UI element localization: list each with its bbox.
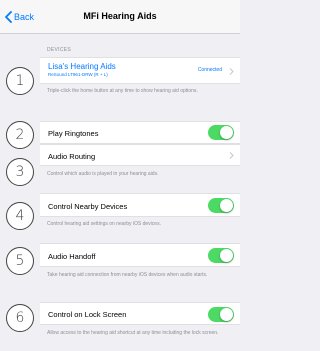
control-nearby-devices-label: Control Nearby Devices [48, 202, 128, 211]
toggle-knob [220, 126, 233, 139]
device-model: ReSound LT961-DRW (R + L) [48, 72, 108, 77]
callout-1: 1 [6, 67, 34, 95]
control-nearby-devices-footer: Control hearing aid settings on nearby i… [47, 221, 161, 227]
callout-4: 4 [6, 202, 34, 230]
callout-6: 6 [6, 304, 34, 332]
callout-5: 5 [6, 247, 34, 275]
chevron-right-icon [229, 152, 234, 159]
chevron-right-icon [229, 68, 234, 75]
toggle-knob [220, 249, 233, 262]
audio-routing-label: Audio Routing [48, 152, 96, 161]
device-name: Lisa's Hearing Aids [48, 62, 116, 71]
callout-2: 2 [6, 121, 34, 149]
audio-handoff-label: Audio Handoff [48, 252, 96, 261]
play-ringtones-row: Play Ringtones [40, 121, 240, 144]
control-nearby-devices-toggle[interactable] [208, 198, 234, 213]
callout-3: 3 [6, 158, 34, 186]
audio-handoff-toggle[interactable] [208, 248, 234, 263]
devices-section-header: DEVICES [47, 47, 72, 53]
audio-routing-footer: Control which audio is played in your he… [47, 171, 159, 177]
play-ringtones-label: Play Ringtones [48, 129, 99, 138]
audio-handoff-footer: Take hearing aid connection from nearby … [47, 272, 208, 278]
connection-status: Connected [197, 67, 222, 73]
control-lock-screen-footer: Allow access to the hearing aid shortcut… [47, 330, 219, 336]
control-lock-screen-toggle[interactable] [208, 307, 234, 322]
device-row[interactable]: Lisa's Hearing Aids ReSound LT961-DRW (R… [40, 57, 240, 84]
toggle-knob [220, 199, 233, 212]
audio-handoff-row: Audio Handoff [40, 243, 240, 267]
control-nearby-devices-row: Control Nearby Devices [40, 193, 240, 217]
audio-routing-row[interactable]: Audio Routing [40, 144, 240, 166]
control-lock-screen-row: Control on Lock Screen [40, 302, 240, 325]
toggle-knob [220, 308, 233, 321]
control-lock-screen-label: Control on Lock Screen [48, 310, 127, 319]
devices-footer: Triple-click the home button at any time… [47, 88, 198, 94]
play-ringtones-toggle[interactable] [208, 125, 234, 140]
navigation-bar: Back MFi Hearing Aids [0, 0, 240, 34]
page-title: MFi Hearing Aids [83, 11, 157, 21]
